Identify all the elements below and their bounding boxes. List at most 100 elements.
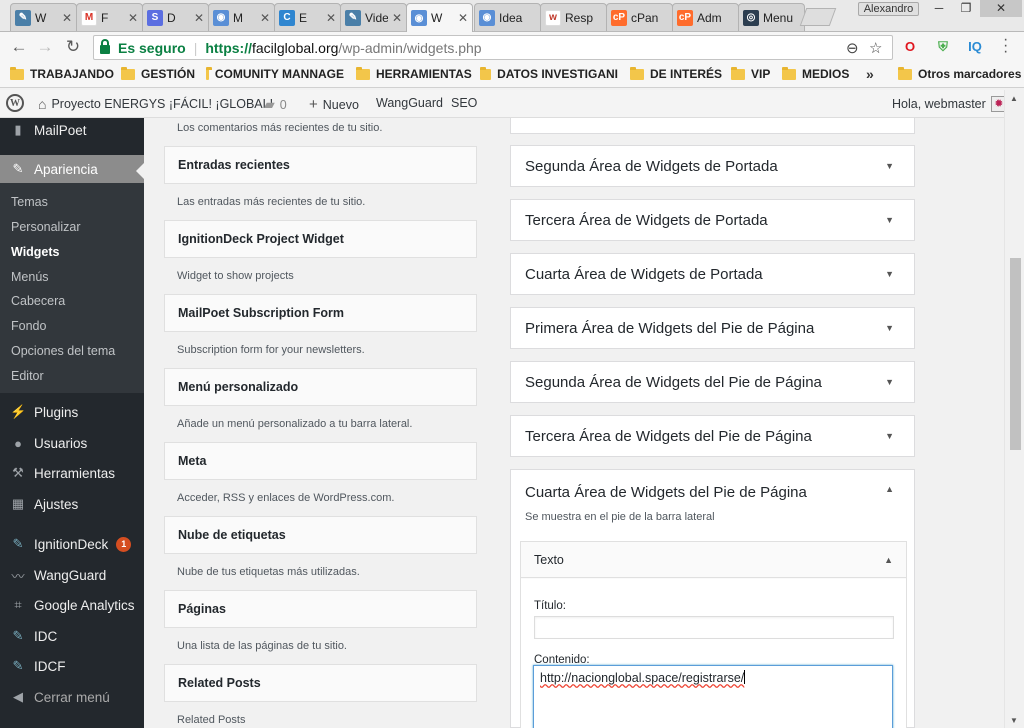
browser-tab[interactable]: M F ✕ — [76, 3, 143, 31]
restore-icon[interactable]: ❐ — [954, 0, 978, 17]
iq-icon[interactable]: IQ — [966, 38, 984, 56]
submenu-fondo[interactable]: Fondo — [11, 319, 46, 333]
submenu-editor[interactable]: Editor — [11, 369, 44, 383]
close-icon[interactable]: ✕ — [62, 11, 72, 25]
widget-related-posts[interactable]: Related Posts — [164, 664, 477, 702]
submenu-widgets[interactable]: Widgets — [11, 245, 60, 259]
comments-link[interactable]: ▰ 0 — [264, 96, 287, 113]
browser-tab[interactable]: ✎ W ✕ — [10, 3, 77, 31]
close-icon[interactable]: ✕ — [194, 11, 204, 25]
submenu-menus[interactable]: Menús — [11, 270, 49, 284]
site-name-link[interactable]: ⌂ Proyecto ENERGYS ¡FÁCIL! ¡GLOBAL! — [38, 96, 273, 112]
browser-tab[interactable]: ◉ M ✕ — [208, 3, 275, 31]
browser-tab[interactable]: ✎ Vide ✕ — [340, 3, 407, 31]
bookmark-folder[interactable]: DATOS INVESTIGANI — [480, 67, 618, 81]
content-textarea[interactable]: http://nacionglobal.space/registrarse/ — [533, 665, 893, 728]
menu-wangguard[interactable]: 〰 WangGuard — [0, 565, 144, 585]
area-title[interactable]: Cuarta Área de Widgets del Pie de Página — [525, 484, 807, 501]
browser-tab[interactable]: ◎ Menu — [738, 3, 805, 31]
expand-arrow-icon[interactable]: ▼ — [885, 431, 894, 441]
shield-check-icon[interactable]: ⛨ — [934, 38, 952, 56]
menu-plugins[interactable]: ⚡ Plugins — [0, 402, 144, 422]
wangguard-link[interactable]: WangGuard — [376, 96, 443, 110]
new-tab-button[interactable] — [799, 8, 837, 26]
page-scrollbar[interactable]: ▲ ▼ — [1004, 90, 1024, 728]
collapse-menu[interactable]: ◀ Cerrar menú — [0, 687, 144, 707]
wordpress-logo-icon[interactable]: W — [6, 94, 24, 112]
menu-mailpoet[interactable]: ▮ MailPoet — [0, 120, 144, 140]
widget-area[interactable]: Tercera Área de Widgets del Pie de Págin… — [510, 415, 915, 457]
menu-ignitiondeck[interactable]: ✎ IgnitionDeck 1 — [0, 534, 144, 554]
menu-idcf[interactable]: ✎ IDCF — [0, 656, 144, 676]
minimize-icon[interactable]: ─ — [925, 0, 953, 17]
browser-tab[interactable]: ◉ Idea — [474, 3, 541, 31]
close-icon[interactable]: ✕ — [392, 11, 402, 25]
seo-link[interactable]: SEO — [451, 96, 477, 110]
menu-ajustes[interactable]: ▦ Ajustes — [0, 494, 144, 514]
collapse-arrow-icon[interactable]: ▲ — [884, 555, 893, 565]
submenu-temas[interactable]: Temas — [11, 195, 48, 209]
browser-tab[interactable]: w Resp — [540, 3, 607, 31]
zoom-icon[interactable]: ⊖ — [846, 39, 859, 57]
browser-tab-active[interactable]: ◉ W ✕ — [406, 3, 473, 32]
bookmark-folder[interactable]: TRABAJANDO — [10, 66, 114, 81]
back-icon[interactable]: ← — [8, 37, 30, 57]
widget-ignitiondeck-project[interactable]: IgnitionDeck Project Widget — [164, 220, 477, 258]
text-widget-header[interactable]: Texto ▲ — [521, 542, 906, 578]
title-input[interactable] — [534, 616, 894, 639]
browser-tab[interactable]: C E ✕ — [274, 3, 341, 31]
widget-entradas-recientes[interactable]: Entradas recientes — [164, 146, 477, 184]
bookmark-folder[interactable]: COMUNITY MANNAGE — [206, 67, 344, 81]
menu-usuarios[interactable]: ● Usuarios — [0, 433, 144, 453]
reload-icon[interactable]: ↻ — [62, 37, 84, 57]
expand-arrow-icon[interactable]: ▼ — [885, 269, 894, 279]
browser-tab[interactable]: S D ✕ — [142, 3, 209, 31]
menu-google-analytics[interactable]: ⌗ Google Analytics — [0, 595, 144, 615]
my-account-link[interactable]: Hola, webmaster ✹ — [892, 96, 1007, 112]
browser-tab[interactable]: cP Adm — [672, 3, 739, 31]
widget-area[interactable]: Cuarta Área de Widgets de Portada ▼ — [510, 253, 915, 295]
browser-tab[interactable]: cP cPan — [606, 3, 673, 31]
bookmark-folder[interactable]: GESTIÓN — [121, 66, 195, 81]
widget-meta[interactable]: Meta — [164, 442, 477, 480]
widget-menu-personalizado[interactable]: Menú personalizado — [164, 368, 477, 406]
expand-arrow-icon[interactable]: ▼ — [885, 161, 894, 171]
new-content-link[interactable]: + Nuevo — [309, 96, 359, 113]
expand-arrow-icon[interactable]: ▼ — [885, 323, 894, 333]
widget-area-partial[interactable] — [510, 118, 915, 134]
menu-apariencia[interactable]: ✎ Apariencia — [0, 155, 144, 183]
bookmark-folder[interactable]: VIP — [731, 66, 770, 81]
forward-icon[interactable]: → — [34, 37, 56, 57]
bookmark-folder[interactable]: HERRAMIENTAS — [356, 66, 472, 81]
submenu-personalizar[interactable]: Personalizar — [11, 220, 80, 234]
profile-button[interactable]: Alexandro — [858, 2, 919, 16]
widget-paginas[interactable]: Páginas — [164, 590, 477, 628]
bookmark-folder[interactable]: MEDIOS — [782, 66, 849, 81]
submenu-opciones-tema[interactable]: Opciones del tema — [11, 344, 115, 358]
widget-area[interactable]: Primera Área de Widgets del Pie de Págin… — [510, 307, 915, 349]
widget-area[interactable]: Segunda Área de Widgets de Portada ▼ — [510, 145, 915, 187]
scroll-up-icon[interactable]: ▲ — [1010, 94, 1018, 103]
scroll-down-icon[interactable]: ▼ — [1010, 716, 1018, 725]
expand-arrow-icon[interactable]: ▼ — [885, 215, 894, 225]
address-bar[interactable]: Es seguro | https://facilglobal.org/wp-a… — [93, 35, 893, 60]
close-icon[interactable]: ✕ — [260, 11, 270, 25]
collapse-arrow-icon[interactable]: ▲ — [885, 484, 894, 494]
menu-herramientas[interactable]: ⚒ Herramientas — [0, 463, 144, 483]
menu-idc[interactable]: ✎ IDC — [0, 626, 144, 646]
bookmark-star-icon[interactable]: ☆ — [869, 39, 882, 57]
close-icon[interactable]: ✕ — [326, 11, 336, 25]
other-bookmarks[interactable]: Otros marcadores — [898, 66, 1021, 81]
opera-icon[interactable]: O — [901, 38, 919, 56]
close-icon[interactable]: ✕ — [128, 11, 138, 25]
scroll-thumb[interactable] — [1010, 258, 1021, 450]
browser-menu-icon[interactable]: · · · — [1003, 32, 1008, 60]
close-icon[interactable]: ✕ — [458, 11, 468, 25]
expand-arrow-icon[interactable]: ▼ — [885, 377, 894, 387]
widget-mailpoet-form[interactable]: MailPoet Subscription Form — [164, 294, 477, 332]
submenu-cabecera[interactable]: Cabecera — [11, 294, 65, 308]
widget-area[interactable]: Tercera Área de Widgets de Portada ▼ — [510, 199, 915, 241]
more-bookmarks-icon[interactable]: » — [866, 66, 874, 82]
widget-nube-etiquetas[interactable]: Nube de etiquetas — [164, 516, 477, 554]
close-window-icon[interactable]: ✕ — [980, 0, 1022, 17]
